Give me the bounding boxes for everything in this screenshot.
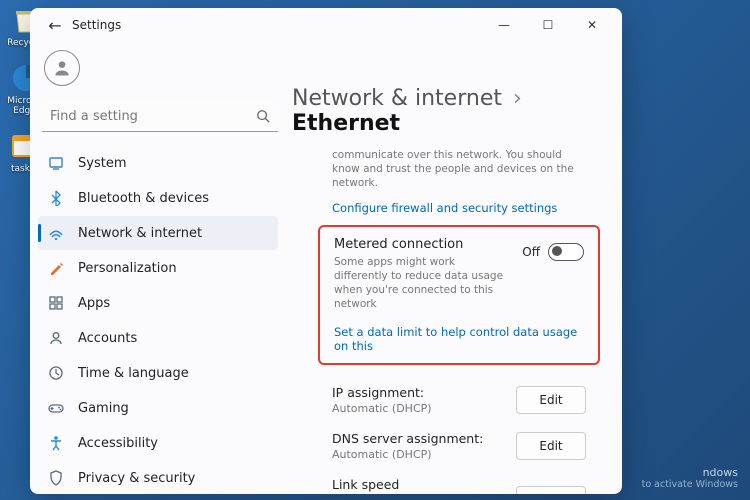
main-panel: Network & internet › Ethernet communicat… xyxy=(290,42,622,494)
personalization-icon xyxy=(48,260,64,276)
sidebar-item-privacy[interactable]: Privacy & security xyxy=(38,461,278,494)
sidebar-item-label: Accounts xyxy=(78,331,137,346)
metered-toggle[interactable] xyxy=(548,243,584,261)
system-icon xyxy=(48,155,64,171)
chevron-right-icon: › xyxy=(513,86,522,111)
privacy-icon xyxy=(48,470,64,486)
window-title: Settings xyxy=(72,18,121,32)
property-value: Automatic (DHCP) xyxy=(332,448,483,461)
close-button[interactable]: ✕ xyxy=(570,10,614,40)
property-row: Link speed (Receive/Transmit):1000/1000 … xyxy=(318,469,600,494)
search-input[interactable] xyxy=(42,102,278,132)
properties-list: IP assignment:Automatic (DHCP)EditDNS se… xyxy=(318,377,600,494)
metered-desc: Some apps might work differently to redu… xyxy=(334,255,510,312)
search-icon xyxy=(256,109,270,123)
breadcrumb: Network & internet › Ethernet xyxy=(290,86,600,136)
avatar[interactable] xyxy=(44,50,80,86)
sidebar-item-label: Network & internet xyxy=(78,226,202,241)
property-row: DNS server assignment: Automatic (DHCP) Ed… xyxy=(318,423,600,469)
gaming-icon xyxy=(48,400,64,416)
property-row: IP assignment: Automatic (DHCP) Edit xyxy=(318,377,600,423)
sidebar-item-personalization[interactable]: Personalization xyxy=(38,251,278,285)
sidebar-item-network[interactable]: Network & internet xyxy=(38,216,278,250)
sidebar-item-time[interactable]: Time & language xyxy=(38,356,278,390)
titlebar: ← Settings — ☐ ✕ xyxy=(30,8,622,42)
property-value: Automatic (DHCP) xyxy=(332,402,432,415)
edit-button[interactable]: Edit xyxy=(516,386,586,414)
minimize-button[interactable]: — xyxy=(482,10,526,40)
time-icon xyxy=(48,365,64,381)
back-button[interactable]: ← xyxy=(38,8,72,42)
sidebar-item-label: Privacy & security xyxy=(78,471,195,486)
property-title: Link speed (Receive/Transmit): xyxy=(332,477,516,494)
sidebar-item-label: Gaming xyxy=(78,401,129,416)
user-icon xyxy=(52,58,72,78)
sidebar-item-label: System xyxy=(78,156,126,171)
property-title: IP assignment: xyxy=(332,385,432,400)
metered-title: Metered connection xyxy=(334,237,510,252)
sidebar-item-accessibility[interactable]: Accessibility xyxy=(38,426,278,460)
metered-connection-card: Metered connection Some apps might work … xyxy=(318,225,600,366)
copy-button[interactable]: Copy xyxy=(516,486,586,494)
network-profile-desc: communicate over this network. You shoul… xyxy=(318,148,600,197)
sidebar-item-gaming[interactable]: Gaming xyxy=(38,391,278,425)
breadcrumb-current: Ethernet xyxy=(292,111,400,136)
sidebar: System Bluetooth & devices Network & inter… xyxy=(30,42,290,494)
sidebar-item-bluetooth[interactable]: Bluetooth & devices xyxy=(38,181,278,215)
sidebar-item-label: Accessibility xyxy=(78,436,158,451)
accessibility-icon xyxy=(48,435,64,451)
apps-icon xyxy=(48,295,64,311)
firewall-link[interactable]: Configure firewall and security settings xyxy=(318,197,600,225)
sidebar-item-label: Bluetooth & devices xyxy=(78,191,209,206)
metered-toggle-state: Off xyxy=(522,245,540,259)
breadcrumb-parent[interactable]: Network & internet xyxy=(292,86,502,111)
sidebar-item-label: Apps xyxy=(78,296,110,311)
accounts-icon xyxy=(48,330,64,346)
sidebar-item-apps[interactable]: Apps xyxy=(38,286,278,320)
nav-list: System Bluetooth & devices Network & inter… xyxy=(38,146,278,494)
property-title: DNS server assignment: xyxy=(332,431,483,446)
activation-watermark: ndows to activate Windows xyxy=(642,466,738,490)
sidebar-item-label: Time & language xyxy=(78,366,189,381)
network-icon xyxy=(48,225,64,241)
edit-button[interactable]: Edit xyxy=(516,432,586,460)
settings-window: ← Settings — ☐ ✕ System Bluetooth & devic… xyxy=(30,8,622,494)
sidebar-item-system[interactable]: System xyxy=(38,146,278,180)
sidebar-item-accounts[interactable]: Accounts xyxy=(38,321,278,355)
search-box xyxy=(42,102,278,132)
maximize-button[interactable]: ☐ xyxy=(526,10,570,40)
bluetooth-icon xyxy=(48,190,64,206)
sidebar-item-label: Personalization xyxy=(78,261,177,276)
data-limit-link[interactable]: Set a data limit to help control data us… xyxy=(334,325,584,353)
